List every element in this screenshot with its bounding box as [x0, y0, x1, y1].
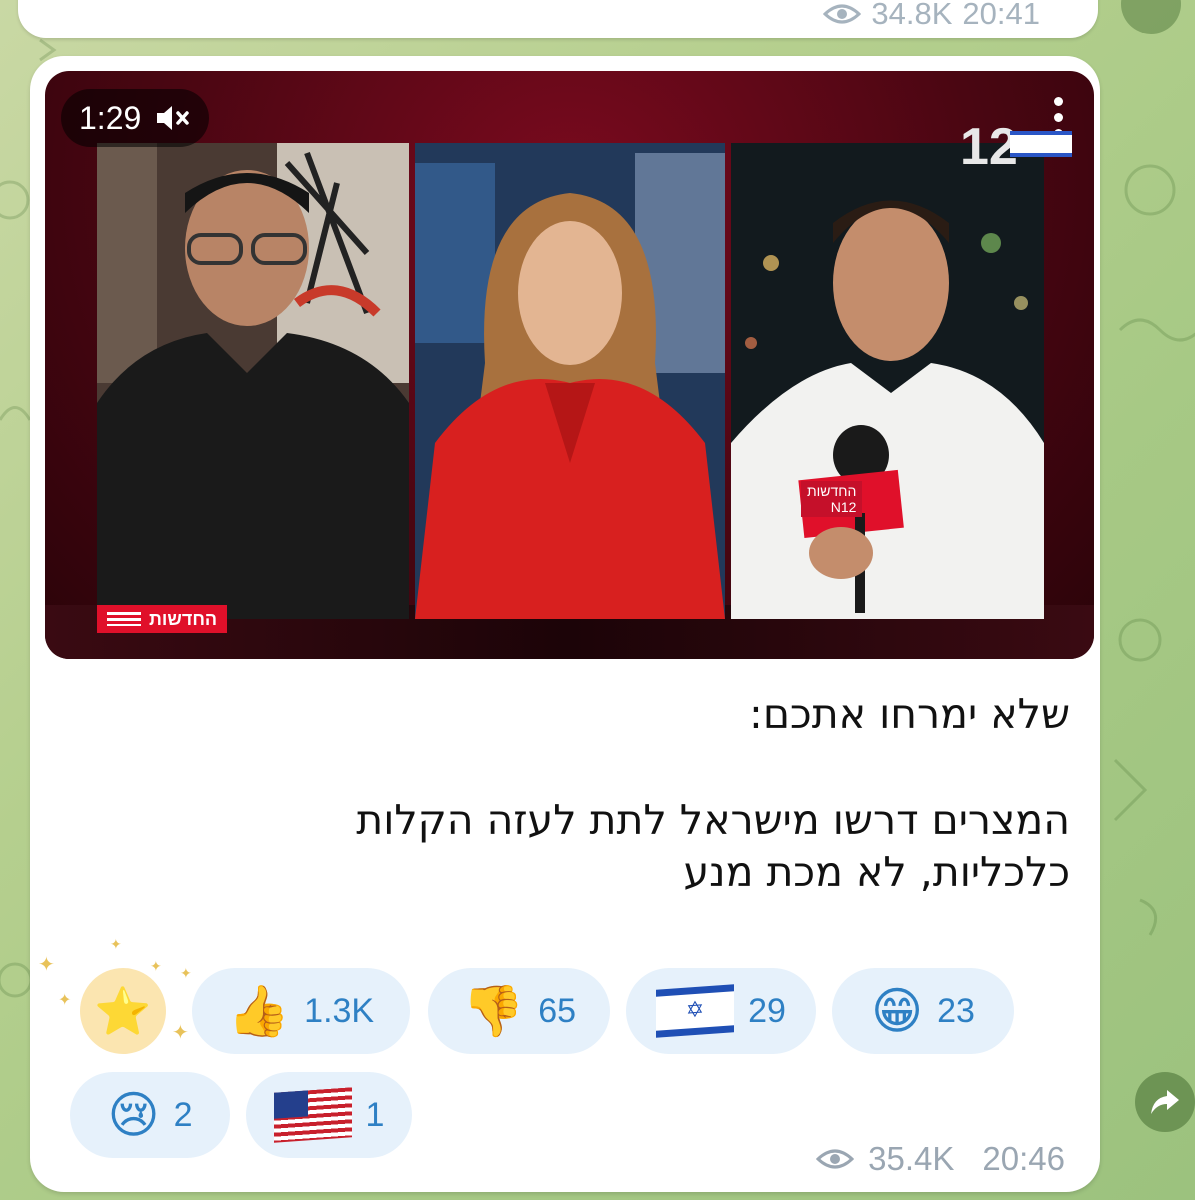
sparkle-icon: ✦ [180, 965, 192, 981]
reaction-israel-flag[interactable]: 29 [626, 968, 816, 1054]
sparkle-icon: ✦ [58, 992, 72, 1009]
sparkle-icon: ✦ [172, 1022, 189, 1044]
views-count: 35.4K [868, 1140, 955, 1177]
crying-icon: 😢 [107, 1086, 160, 1144]
previous-message-meta: 34.8K 20:41 [823, 0, 1040, 32]
video-duration: 1:29 [79, 99, 142, 136]
caption-line-3: כלכליות, לא מכת מנע [683, 848, 1071, 896]
previous-time: 20:41 [962, 0, 1040, 31]
reaction-count: 1.3K [304, 991, 375, 1030]
video-player[interactable]: החדשות N12 1:29 12 החדשות [45, 71, 1094, 659]
us-flag-icon [273, 1087, 352, 1143]
israel-flag-icon [656, 984, 735, 1038]
caption-line-1: שלא ימרחו אתכם: [749, 690, 1070, 738]
share-arrow-icon [1151, 1090, 1179, 1114]
previous-message-bubble[interactable]: 34.8K 20:41 [18, 0, 1098, 38]
news-lower-third: החדשות [97, 605, 228, 633]
video-panel-left [97, 143, 409, 619]
reaction-count: 1 [365, 1095, 385, 1134]
previous-views-count: 34.8K [871, 0, 953, 31]
sparkle-icon: ✦ [110, 936, 122, 952]
eye-icon [823, 4, 862, 24]
reaction-star[interactable]: ⭐ [80, 968, 166, 1054]
channel-logo: 12 [952, 117, 1072, 181]
sparkle-icon: ✦ [38, 954, 55, 976]
message-time: 20:46 [982, 1140, 1065, 1177]
caption-line-2: המצרים דרשו מישראל לתת לעזה הקלות [356, 796, 1070, 844]
reaction-crying[interactable]: 😢 2 [70, 1072, 230, 1158]
reaction-count: 23 [937, 991, 975, 1030]
video-panel-center [415, 143, 725, 619]
grin-icon: 😁 [871, 982, 924, 1040]
reaction-us-flag[interactable]: 1 [246, 1072, 412, 1158]
video-duration-badge[interactable]: 1:29 [61, 89, 210, 147]
reaction-count: 65 [538, 991, 577, 1030]
mic-label: החדשות N12 [801, 481, 863, 517]
video-panel-right: החדשות N12 [731, 143, 1044, 619]
sparkle-icon: ✦ [150, 958, 162, 974]
message-meta: 35.4K 20:46 [816, 1140, 1065, 1178]
reaction-count: 29 [748, 991, 786, 1030]
reaction-grin[interactable]: 😁 23 [832, 968, 1014, 1054]
speaker-muted-icon[interactable] [155, 104, 191, 132]
reaction-thumbs-down[interactable]: 👎 65 [428, 968, 610, 1054]
message-caption: שלא ימרחו אתכם: המצרים דרשו מישראל לתת ל… [70, 688, 1070, 898]
reaction-count: 2 [173, 1095, 193, 1134]
eye-icon [816, 1149, 855, 1169]
star-icon: ⭐ [94, 984, 152, 1037]
share-button[interactable] [1135, 1072, 1195, 1132]
thumbs-up-icon: 👍 [227, 982, 291, 1040]
thumbs-down-icon: 👎 [461, 982, 525, 1040]
reaction-thumbs-up[interactable]: 👍 1.3K [192, 968, 410, 1054]
